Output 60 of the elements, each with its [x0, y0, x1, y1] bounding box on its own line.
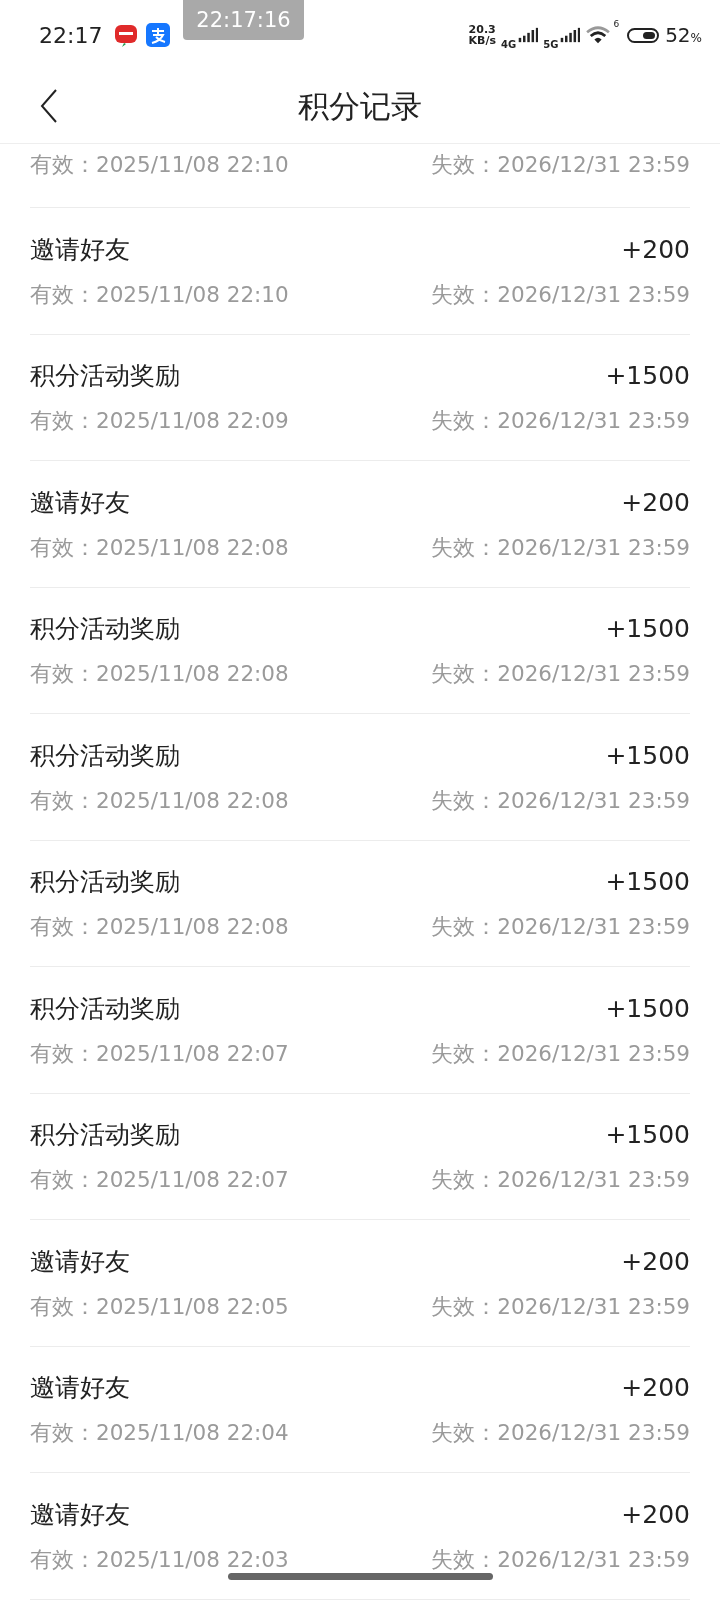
- expire-date: 失效：2026/12/31 23:59: [431, 407, 690, 436]
- points-amount: +200: [621, 1246, 690, 1276]
- record-title: 邀请好友: [30, 1245, 130, 1278]
- network-speed: 20.3 KB/s: [468, 24, 497, 46]
- status-time: 22:17: [39, 22, 103, 48]
- record-title: 积分活动奖励: [30, 360, 180, 393]
- expire-date: 失效：2026/12/31 23:59: [431, 280, 690, 309]
- app-notification-icon: [114, 23, 139, 47]
- points-amount: +200: [621, 1373, 690, 1403]
- points-amount: +1500: [605, 740, 690, 770]
- expire-date: 失效：2026/12/31 23:59: [431, 151, 690, 179]
- record-title: 邀请好友: [30, 486, 130, 519]
- record-title: 积分活动奖励: [30, 613, 180, 646]
- points-amount: +1500: [605, 867, 690, 897]
- points-amount: +1500: [605, 1120, 690, 1150]
- points-amount: +1500: [605, 614, 690, 644]
- points-amount: +200: [621, 487, 690, 517]
- battery-percent: 52%: [665, 23, 702, 47]
- valid-date: 有效：2025/11/08 22:08: [30, 786, 289, 815]
- expire-date: 失效：2026/12/31 23:59: [431, 913, 690, 942]
- valid-date: 有效：2025/11/08 22:08: [30, 533, 289, 562]
- points-amount: +1500: [605, 993, 690, 1023]
- points-amount: +200: [621, 234, 690, 264]
- record-title: 积分活动奖励: [30, 992, 180, 1025]
- expire-date: 失效：2026/12/31 23:59: [431, 1545, 690, 1574]
- valid-date: 有效：2025/11/08 22:07: [30, 1039, 289, 1068]
- points-amount: +1500: [605, 361, 690, 391]
- valid-date: 有效：2025/11/08 22:04: [30, 1419, 289, 1448]
- record-title: 邀请好友: [30, 1498, 130, 1531]
- valid-date: 有效：2025/11/08 22:09: [30, 407, 289, 436]
- wifi-label: 6: [613, 19, 620, 29]
- floating-clock: 22:17:16: [183, 0, 304, 40]
- expire-date: 失效：2026/12/31 23:59: [431, 533, 690, 562]
- expire-date: 失效：2026/12/31 23:59: [431, 1292, 690, 1321]
- expire-date: 失效：2026/12/31 23:59: [431, 1166, 690, 1195]
- signal-label: 4G: [501, 39, 517, 50]
- record-title: 邀请好友: [30, 1372, 130, 1405]
- valid-date: 有效：2025/11/08 22:10: [30, 151, 289, 179]
- points-amount: +200: [621, 1499, 690, 1529]
- battery-icon: [627, 27, 660, 43]
- signal-icon: [560, 27, 581, 43]
- valid-date: 有效：2025/11/08 22:08: [30, 660, 289, 689]
- app-notification-icon: [146, 23, 171, 47]
- expire-date: 失效：2026/12/31 23:59: [431, 660, 690, 689]
- signal-label: 5G: [543, 39, 559, 50]
- valid-date: 有效：2025/11/08 22:08: [30, 913, 289, 942]
- record-title: 邀请好友: [30, 233, 130, 266]
- valid-date: 有效：2025/11/08 22:07: [30, 1166, 289, 1195]
- record-title: 积分活动奖励: [30, 739, 180, 772]
- expire-date: 失效：2026/12/31 23:59: [431, 1039, 690, 1068]
- record-title: 积分活动奖励: [30, 866, 180, 899]
- wifi-icon: [585, 25, 612, 45]
- valid-date: 有效：2025/11/08 22:10: [30, 280, 289, 309]
- valid-date: 有效：2025/11/08 22:05: [30, 1292, 289, 1321]
- expire-date: 失效：2026/12/31 23:59: [431, 786, 690, 815]
- signal-icon: [518, 27, 539, 43]
- record-title: 积分活动奖励: [30, 1119, 180, 1152]
- page-title: 积分记录: [298, 86, 422, 126]
- valid-date: 有效：2025/11/08 22:03: [30, 1545, 289, 1574]
- expire-date: 失效：2026/12/31 23:59: [431, 1419, 690, 1448]
